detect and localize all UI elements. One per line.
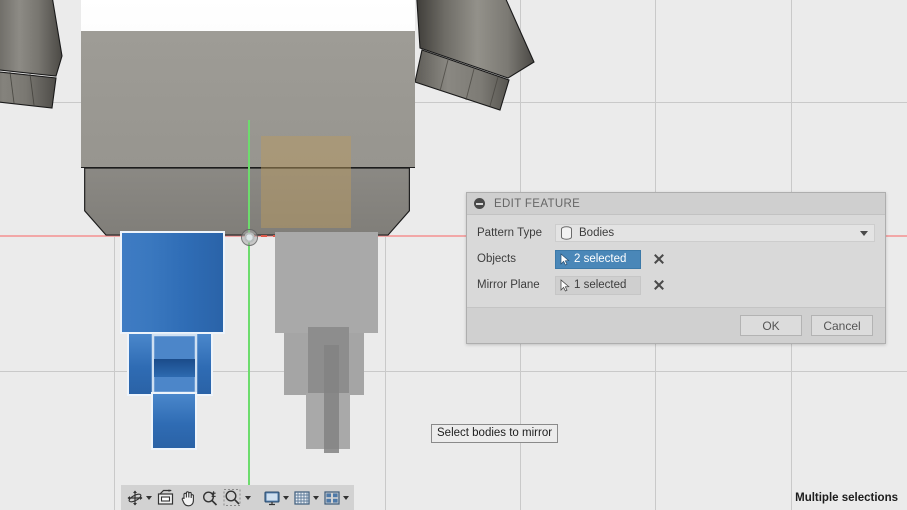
dialog-body: Pattern Type Bodies Objects 2 selected M… (467, 215, 885, 307)
zoom-window-icon (223, 489, 241, 506)
grid-icon (294, 490, 310, 505)
row-pattern-type: Pattern Type Bodies (467, 220, 885, 246)
cursor-arrow-icon (560, 252, 570, 265)
selected-body-blue[interactable] (118, 230, 240, 455)
look-at-icon (157, 489, 174, 505)
zoom-magnifier-icon (202, 490, 218, 506)
dialog-header[interactable]: EDIT FEATURE (467, 193, 885, 215)
mirror-plane-selection-value: 1 selected (574, 279, 627, 291)
chevron-down-icon[interactable] (283, 495, 289, 500)
body-top-plate (81, 0, 415, 32)
orbit-button[interactable] (124, 487, 154, 508)
cancel-button[interactable]: Cancel (811, 315, 873, 336)
label-mirror-plane: Mirror Plane (477, 279, 540, 291)
mirror-plane-axis (248, 120, 250, 485)
display-settings-button[interactable] (261, 487, 291, 508)
cursor-arrow-icon (560, 278, 570, 292)
chevron-down-icon[interactable] (313, 495, 319, 500)
chevron-down-icon[interactable] (860, 230, 868, 236)
dialog-title: EDIT FEATURE (494, 197, 581, 210)
status-text: Multiple selections (795, 492, 898, 504)
pan-hand-icon (181, 490, 194, 506)
pattern-type-dropdown[interactable]: Bodies (555, 224, 875, 242)
row-objects: Objects 2 selected (467, 246, 885, 272)
highlighted-face (261, 136, 351, 228)
chevron-down-icon[interactable] (343, 495, 349, 500)
label-pattern-type: Pattern Type (477, 227, 542, 239)
nav-group-view (124, 487, 253, 508)
objects-selection-value: 2 selected (574, 253, 627, 265)
zoom-window-button[interactable] (221, 487, 253, 508)
mirror-plane-selection-button[interactable]: 1 selected (555, 275, 641, 295)
look-at-button[interactable] (154, 487, 177, 508)
viewports-icon (324, 490, 340, 505)
nav-group-display (261, 487, 351, 508)
dialog-footer: OK Cancel (467, 307, 885, 343)
ok-button[interactable]: OK (740, 315, 802, 336)
collapse-icon[interactable] (474, 198, 485, 209)
objects-clear-icon[interactable] (652, 252, 666, 266)
bodies-icon (561, 226, 572, 240)
label-objects: Objects (477, 253, 516, 265)
grid-snaps-button[interactable] (291, 487, 321, 508)
chevron-down-icon[interactable] (146, 495, 152, 500)
pattern-type-value: Bodies (579, 227, 615, 239)
fusion-viewport-window: EDIT FEATURE Pattern Type Bodies Objects (0, 0, 907, 510)
monitor-icon (264, 490, 280, 505)
orbit-icon (127, 490, 143, 505)
objects-selection-button[interactable]: 2 selected (555, 249, 641, 269)
row-mirror-plane: Mirror Plane 1 selected (467, 272, 885, 298)
viewports-button[interactable] (321, 487, 351, 508)
tooltip: Select bodies to mirror (431, 424, 559, 443)
origin-point-marker[interactable] (241, 229, 258, 246)
chevron-down-icon[interactable] (245, 495, 251, 500)
edit-feature-dialog: EDIT FEATURE Pattern Type Bodies Objects (466, 192, 886, 344)
zoom-button[interactable] (199, 487, 221, 508)
mirror-preview-body (275, 232, 378, 453)
pan-button[interactable] (177, 487, 199, 508)
mirror-plane-clear-icon[interactable] (652, 278, 666, 292)
navigation-toolbar[interactable] (121, 485, 354, 510)
pipe-right (414, 0, 535, 111)
